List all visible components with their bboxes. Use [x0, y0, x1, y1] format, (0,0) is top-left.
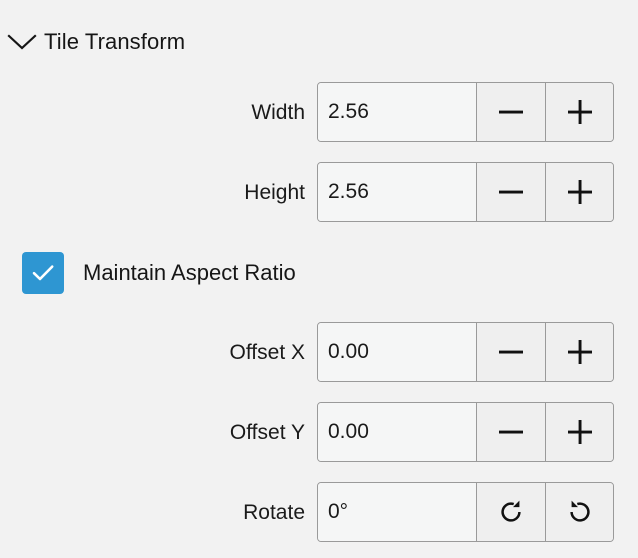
field-label-rotate: Rotate — [243, 500, 305, 524]
width-input[interactable]: 2.56 — [318, 83, 477, 141]
height-decrement-button[interactable] — [477, 163, 545, 221]
field-row-width: Width 2.56 — [0, 82, 638, 142]
width-increment-button[interactable] — [545, 83, 613, 141]
maintain-aspect-ratio-row[interactable]: Maintain Aspect Ratio — [0, 248, 638, 298]
rotate-counterclockwise-icon[interactable] — [545, 483, 613, 541]
maintain-aspect-ratio-label: Maintain Aspect Ratio — [83, 260, 296, 285]
field-row-rotate: Rotate 0° — [0, 482, 638, 542]
width-decrement-button[interactable] — [477, 83, 545, 141]
rotate-input[interactable]: 0° — [318, 483, 477, 541]
offset-x-increment-button[interactable] — [545, 323, 613, 381]
section-title: Tile Transform — [44, 29, 186, 54]
field-label-offset-y: Offset Y — [229, 420, 305, 444]
maintain-aspect-ratio-checkbox[interactable] — [22, 252, 64, 294]
offset-x-decrement-button[interactable] — [477, 323, 545, 381]
chevron-down-icon[interactable] — [0, 22, 44, 62]
field-label-offset-x: Offset X — [229, 340, 305, 364]
field-label-width: Width — [251, 100, 305, 124]
spinner-width: 2.56 — [317, 82, 614, 142]
spinner-height: 2.56 — [317, 162, 614, 222]
field-label-height: Height — [244, 180, 305, 204]
height-increment-button[interactable] — [545, 163, 613, 221]
checkmark-icon — [32, 265, 54, 281]
field-row-height: Height 2.56 — [0, 162, 638, 222]
offset-y-input[interactable]: 0.00 — [318, 403, 477, 461]
spinner-offset-y: 0.00 — [317, 402, 614, 462]
spinner-rotate: 0° — [317, 482, 614, 542]
field-row-offset-x: Offset X 0.00 — [0, 322, 638, 382]
offset-x-input[interactable]: 0.00 — [318, 323, 477, 381]
height-input[interactable]: 2.56 — [318, 163, 477, 221]
section-header-tile-transform[interactable]: Tile Transform — [0, 22, 185, 62]
spinner-offset-x: 0.00 — [317, 322, 614, 382]
field-row-offset-y: Offset Y 0.00 — [0, 402, 638, 462]
rotate-clockwise-icon[interactable] — [477, 483, 545, 541]
offset-y-decrement-button[interactable] — [477, 403, 545, 461]
offset-y-increment-button[interactable] — [545, 403, 613, 461]
